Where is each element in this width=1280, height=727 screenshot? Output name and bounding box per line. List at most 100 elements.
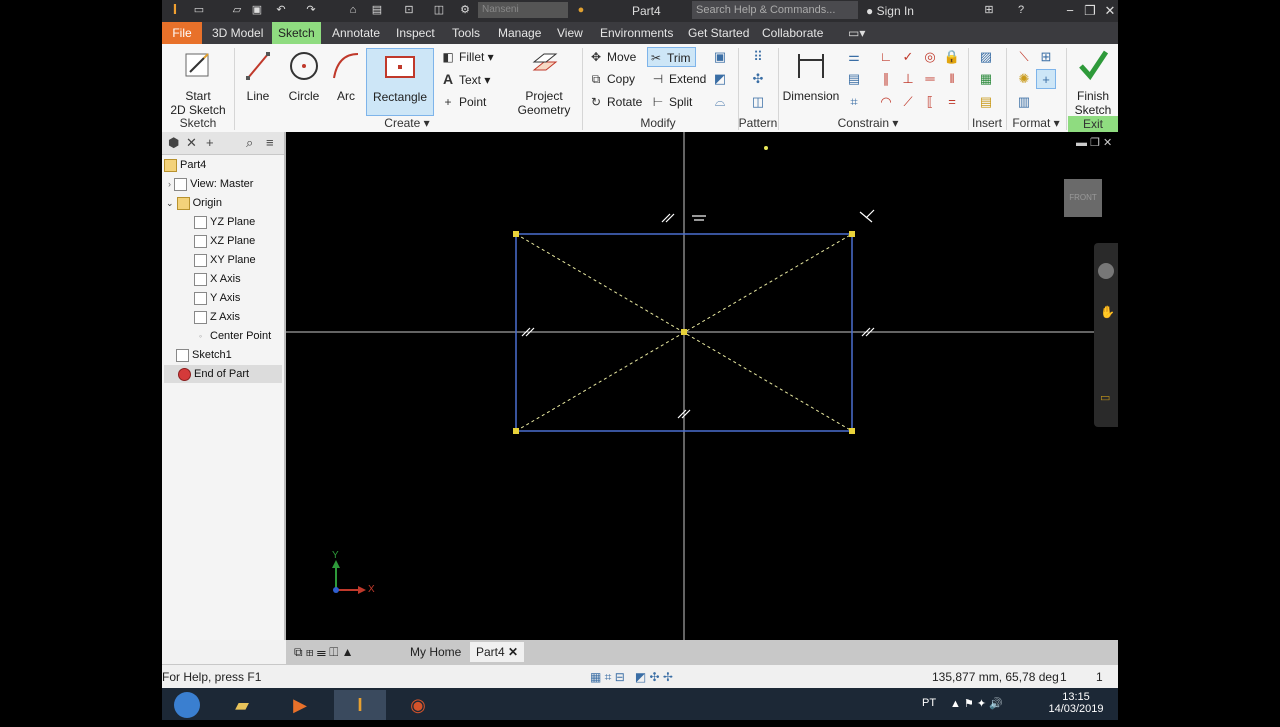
sign-in-button[interactable]: ● Sign In — [866, 4, 914, 18]
tab-annotate[interactable]: Annotate — [326, 22, 386, 44]
language-indicator[interactable]: PT — [922, 697, 936, 709]
tree-item-part[interactable]: Part4 — [164, 156, 206, 174]
model-icon[interactable]: ⬢ — [168, 135, 179, 151]
move-button[interactable]: ✥ Move — [588, 47, 636, 67]
canvas-window-controls[interactable]: ▬ ❐ ✕ — [1076, 136, 1112, 149]
redo-icon[interactable]: ↷ — [304, 3, 318, 17]
vertical-icon[interactable]: ‖ — [942, 69, 962, 89]
arc-button[interactable]: Arc — [328, 48, 364, 103]
smooth-icon[interactable]: ⟋ — [898, 92, 918, 112]
clock[interactable]: 13:15 14/03/2019 — [1046, 691, 1106, 715]
save-icon[interactable]: ▣ — [250, 3, 264, 17]
auto-dimension-icon[interactable]: ⚌ — [844, 47, 864, 67]
viewcube[interactable]: FRONT — [1064, 179, 1102, 217]
maximize-button[interactable]: ❐ — [1080, 2, 1100, 20]
tab-file[interactable]: File — [162, 22, 202, 44]
new-icon[interactable]: ▭ — [192, 3, 206, 17]
coincident-icon[interactable]: ∟ — [876, 47, 896, 67]
tree-item-y-axis[interactable]: Y Axis — [194, 289, 240, 307]
tab-collaborate[interactable]: Collaborate — [756, 22, 829, 44]
tab-3d-model[interactable]: 3D Model — [206, 22, 269, 44]
mirror-icon[interactable]: ◫ — [748, 92, 768, 112]
tab-manage[interactable]: Manage — [492, 22, 547, 44]
select-icon[interactable]: ⊡ — [402, 3, 416, 17]
split-button[interactable]: ⊢ Split — [650, 92, 693, 112]
text-button[interactable]: A Text ▾ — [440, 69, 490, 89]
tree-item-yz-plane[interactable]: YZ Plane — [194, 213, 255, 231]
image-icon[interactable]: ▨ — [976, 47, 996, 67]
tab-environments[interactable]: Environments — [594, 22, 679, 44]
start-button[interactable] — [164, 690, 210, 720]
rectangle-button[interactable]: Rectangle — [366, 48, 434, 116]
symmetric-icon[interactable]: ⟦ — [920, 92, 940, 112]
centerline-icon[interactable]: ⊞ — [1036, 47, 1056, 67]
format-panel-label[interactable]: Format ▾ — [1008, 116, 1064, 130]
perpendicular-icon[interactable]: ⊥ — [898, 69, 918, 89]
horizontal-icon[interactable]: ═ — [920, 69, 940, 89]
steering-wheel-icon[interactable] — [1098, 263, 1114, 279]
inventor-taskbar-button[interactable]: I — [334, 690, 386, 720]
undo-icon[interactable]: ↶ — [274, 3, 288, 17]
help-icon[interactable]: ? — [1014, 3, 1028, 17]
tree-item-view-master[interactable]: › View: Master — [168, 175, 253, 193]
explorer-taskbar-button[interactable]: ▰ — [216, 690, 268, 720]
color-icon[interactable]: ● — [574, 3, 588, 17]
concentric-icon[interactable]: ◎ — [920, 47, 940, 67]
tab-view[interactable]: View — [551, 22, 589, 44]
start-2d-sketch-button[interactable]: Start 2D Sketch — [168, 48, 228, 117]
construction-icon[interactable]: ⟍ — [1014, 47, 1034, 67]
dimension-button[interactable]: Dimension — [782, 48, 840, 103]
tray-icons[interactable]: ▲ ⚑ ✦ 🔊 — [950, 697, 1003, 710]
tangent-icon[interactable]: ◠ — [876, 92, 896, 112]
tab-extras-icon[interactable]: ▭▾ — [842, 22, 871, 44]
zoom-icon[interactable]: ▭ — [1100, 391, 1110, 404]
search-input[interactable]: Search Help & Commands... — [692, 1, 858, 19]
acad-icon[interactable]: ▤ — [976, 92, 996, 112]
tree-item-xy-plane[interactable]: XY Plane — [194, 251, 256, 269]
powerpoint-taskbar-button[interactable]: ◉ — [392, 690, 444, 720]
tree-item-sketch1[interactable]: Sketch1 — [176, 346, 282, 364]
fillet-button[interactable]: ◧ Fillet ▾ — [440, 47, 493, 67]
home-icon[interactable]: ⌂ — [346, 3, 360, 17]
point-button[interactable]: + Point — [440, 92, 486, 112]
create-panel-label[interactable]: Create ▾ — [362, 116, 452, 130]
style-combo[interactable]: Nanseni — [478, 2, 568, 18]
equal-icon[interactable]: = — [942, 92, 962, 112]
menu-icon[interactable]: ≡ — [266, 135, 274, 150]
status-tools-icons[interactable]: ▦ ⌗ ⊟ ◩ ✣ ✢ — [590, 670, 673, 685]
trim-button[interactable]: ✂ Trim — [647, 47, 696, 67]
project-geometry-button[interactable]: Project Geometry — [508, 48, 580, 117]
tab-my-home[interactable]: My Home — [404, 642, 467, 662]
points-icon[interactable]: ▦ — [976, 69, 996, 89]
tab-inspect[interactable]: Inspect — [390, 22, 441, 44]
circular-pattern-icon[interactable]: ✣ — [748, 69, 768, 89]
close-browser-icon[interactable]: ✕ — [186, 135, 197, 151]
rotate-button[interactable]: ↻ Rotate — [588, 92, 642, 112]
add-icon[interactable]: + — [206, 135, 214, 150]
parallel-icon[interactable]: ∥ — [876, 69, 896, 89]
tab-tools[interactable]: Tools — [446, 22, 486, 44]
tree-item-end-of-part[interactable]: End of Part — [164, 365, 282, 383]
tab-part4[interactable]: Part4 ✕ — [470, 642, 525, 662]
settings-icon[interactable]: ⚙ — [458, 3, 472, 17]
tree-item-z-axis[interactable]: Z Axis — [194, 308, 240, 326]
close-button[interactable]: ✕ — [1100, 2, 1118, 20]
tree-item-origin[interactable]: ⌄ Origin — [166, 194, 222, 212]
search-icon[interactable]: ⌕ — [246, 135, 253, 151]
relax-icon[interactable]: ⌗ — [844, 92, 864, 112]
copy-button[interactable]: ⧉ Copy — [588, 69, 635, 89]
graphics-window[interactable]: Y X ▬ ❐ ✕ FRONT ✋ ▭ — [286, 132, 1118, 640]
collinear-icon[interactable]: ✓ — [898, 47, 918, 67]
driven-dimension-icon[interactable]: + — [1036, 69, 1056, 89]
line-button[interactable]: Line — [238, 48, 278, 103]
minimize-button[interactable]: − — [1060, 2, 1080, 20]
center-point-icon[interactable]: ✺ — [1014, 69, 1034, 89]
circle-button[interactable]: Circle — [282, 48, 326, 103]
media-player-taskbar-button[interactable]: ▶ — [274, 690, 326, 720]
tree-item-x-axis[interactable]: X Axis — [194, 270, 241, 288]
fix-icon[interactable]: 🔒 — [942, 47, 962, 67]
cart-icon[interactable]: ⊞ — [982, 3, 996, 17]
open-icon[interactable]: ▱ — [230, 3, 244, 17]
inventor-logo-icon[interactable]: I — [166, 1, 184, 21]
update-icon[interactable]: ▤ — [370, 3, 384, 17]
